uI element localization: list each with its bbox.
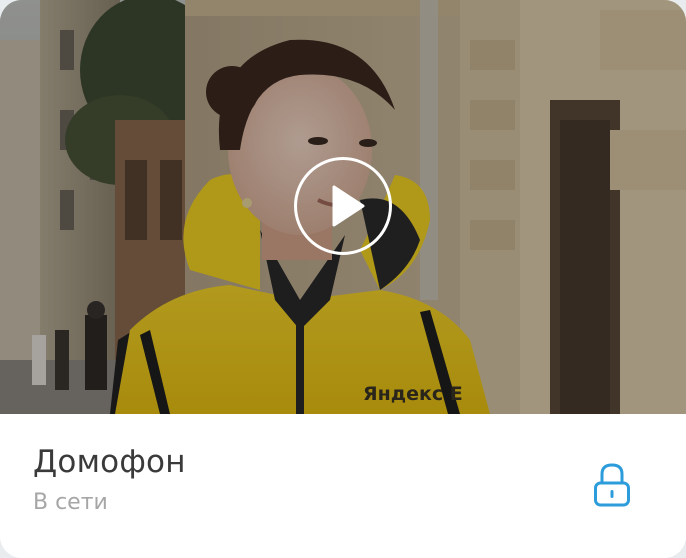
unlock-button[interactable] [590,462,634,510]
camera-preview[interactable]: Яндекс Е [0,0,686,414]
play-icon [332,185,365,227]
connection-status: В сети [33,490,108,515]
play-button[interactable] [294,157,392,255]
lock-icon [594,463,630,507]
intercom-card[interactable]: Яндекс Е Домофон В сети [0,0,686,558]
card-title: Домофон [33,444,186,480]
card-info: Домофон В сети [0,414,686,558]
